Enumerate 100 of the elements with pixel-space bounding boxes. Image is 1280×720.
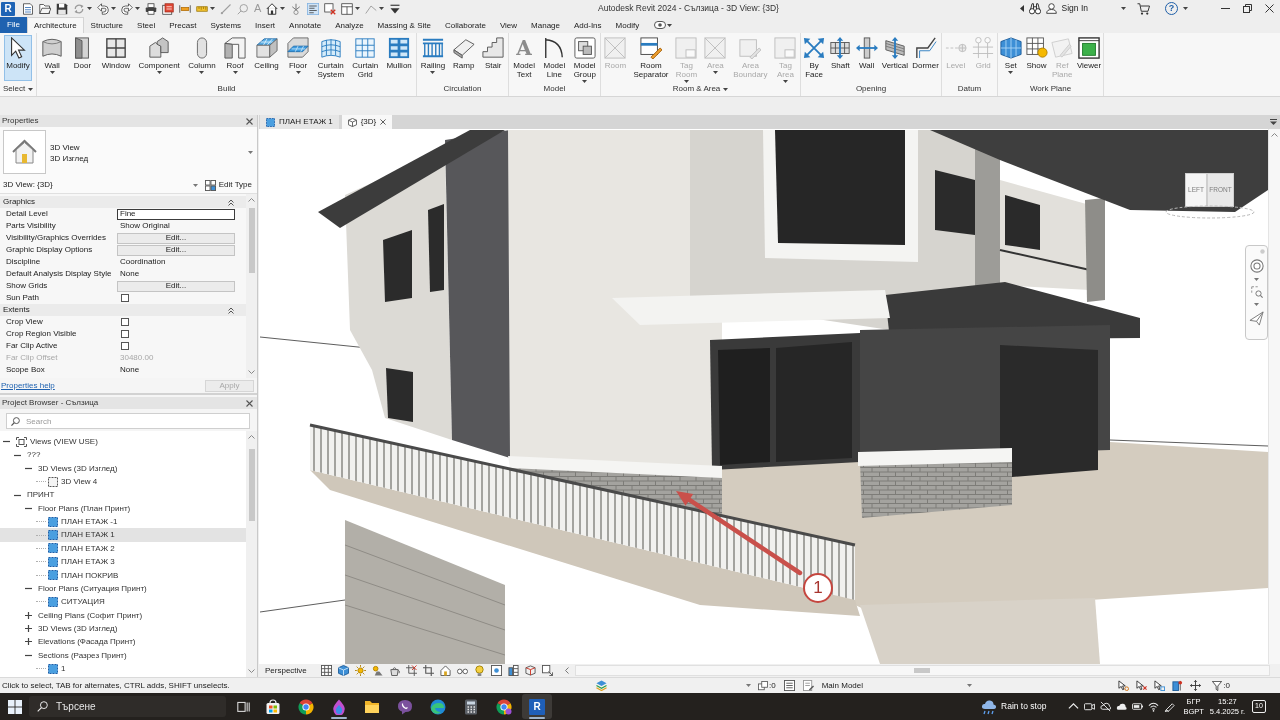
cube-frame-icon[interactable]: [524, 665, 536, 676]
tab-list-icon[interactable]: [1270, 119, 1277, 125]
ribbon-tab[interactable]: Collaborate: [437, 17, 493, 33]
tree-item[interactable]: ПЛАН ЕТАЖ -1: [0, 515, 246, 529]
tree-item[interactable]: ПРИНТ: [0, 488, 246, 502]
edit-type-button[interactable]: Edit Type: [203, 179, 253, 191]
tool-button[interactable]: A Model Text: [511, 35, 538, 81]
close-icon[interactable]: [246, 117, 253, 125]
scroll-left-icon[interactable]: [564, 667, 569, 674]
document-tab[interactable]: {3D}: [341, 115, 393, 129]
close-tab-icon[interactable]: [380, 119, 387, 125]
tool-button[interactable]: Vertical: [879, 35, 910, 81]
tool-button[interactable]: Curtain System: [315, 35, 347, 81]
tree-item[interactable]: 1: [0, 661, 246, 676]
caret-icon[interactable]: [156, 71, 162, 74]
chevron-up-icon[interactable]: [1068, 701, 1080, 712]
panel-menu-button[interactable]: Select: [0, 83, 36, 95]
search-field[interactable]: Търсене: [29, 696, 226, 717]
windows-logo-icon[interactable]: [8, 699, 22, 714]
tool-button[interactable]: Roof: [222, 35, 248, 81]
tree-item[interactable]: СИТУАЦИЯ: [0, 595, 246, 609]
panel-layout-icon[interactable]: [341, 2, 354, 15]
scrollbar-thumb[interactable]: [248, 208, 255, 273]
caret-icon[interactable]: [1254, 278, 1259, 281]
caret-icon[interactable]: [430, 71, 436, 74]
ribbon-tab[interactable]: Insert: [248, 17, 283, 33]
caret-icon[interactable]: [723, 87, 729, 91]
tool-button[interactable]: Window: [99, 35, 133, 81]
ribbon-tab[interactable]: Steel: [130, 17, 163, 33]
tool-button[interactable]: Wall: [39, 35, 66, 81]
chevron-left-icon[interactable]: [1019, 5, 1024, 12]
tool-button[interactable]: Floor: [285, 35, 312, 81]
document-tab[interactable]: ПЛАН ЕТАЖ 1: [260, 115, 339, 129]
checkbox[interactable]: [121, 330, 129, 338]
horizontal-scrollbar[interactable]: [574, 665, 1270, 676]
search-field[interactable]: Search: [6, 413, 250, 429]
customize-icon[interactable]: [389, 2, 402, 15]
scroll-up-icon[interactable]: [248, 198, 255, 202]
scrollbar-thumb[interactable]: [248, 449, 255, 521]
edit-button[interactable]: Edit...: [117, 232, 235, 244]
expand-icon[interactable]: [25, 625, 32, 632]
cube-icon[interactable]: [337, 665, 349, 676]
cloud-icon[interactable]: [1116, 701, 1128, 712]
ribbon-tab[interactable]: Massing & Site: [370, 17, 438, 33]
zoom-icon[interactable]: [1250, 286, 1263, 298]
cart-icon[interactable]: [1137, 2, 1150, 15]
ribbon-tab[interactable]: Add-Ins: [567, 17, 609, 33]
house-lock-icon[interactable]: [439, 665, 451, 676]
bulb-icon[interactable]: [473, 665, 485, 676]
square-cross-icon[interactable]: [324, 2, 337, 15]
caret-icon[interactable]: [49, 71, 55, 74]
file-tab[interactable]: File: [0, 17, 27, 33]
tree-item[interactable]: 3D View 4: [0, 475, 246, 489]
caret-icon[interactable]: [248, 151, 253, 154]
tree-item[interactable]: Floor Plans (Ситуация Принт): [0, 581, 246, 596]
scroll-down-icon[interactable]: [248, 370, 255, 374]
thin-lines-icon[interactable]: [307, 2, 320, 15]
tree-item[interactable]: Sections (Разрез Принт): [0, 648, 246, 662]
cursor-box-icon[interactable]: [1154, 680, 1166, 691]
camera-icon[interactable]: [1084, 701, 1096, 712]
instance-dropdown[interactable]: 3D View: {3D}: [3, 180, 200, 190]
layers-icon[interactable]: [596, 680, 607, 691]
edit-button[interactable]: Edit...: [117, 280, 235, 292]
caret-icon[interactable]: [667, 23, 673, 27]
tree-item[interactable]: ПЛАН ЕТАЖ 3: [0, 555, 246, 569]
list-pencil-icon[interactable]: [802, 680, 814, 691]
caret-icon[interactable]: [210, 7, 215, 10]
user-icon[interactable]: [1045, 3, 1057, 14]
cursor-link-icon[interactable]: [1118, 680, 1130, 691]
tool-button[interactable]: Mullion: [384, 35, 414, 81]
tool-button[interactable]: Model Line: [541, 35, 568, 81]
steering-wheel-icon[interactable]: [1249, 259, 1264, 273]
sun-shadow-icon[interactable]: [371, 665, 383, 676]
edit-button[interactable]: Edit...: [117, 244, 235, 256]
compass-ring[interactable]: [1165, 205, 1255, 219]
tree-item[interactable]: Floor Plans (План Принт): [0, 501, 246, 516]
crop-icon[interactable]: [422, 665, 434, 676]
model-dropdown[interactable]: Main Model: [819, 679, 975, 692]
ribbon-tab[interactable]: View: [492, 17, 525, 33]
caret-icon[interactable]: [379, 7, 385, 10]
tool-button[interactable]: Room Separator: [631, 35, 671, 81]
tool-button[interactable]: Railing: [418, 35, 448, 81]
scrollbar-thumb[interactable]: [913, 668, 930, 673]
caret-icon[interactable]: [111, 7, 116, 10]
pen-icon[interactable]: [1164, 701, 1176, 712]
tool-button[interactable]: Set: [998, 35, 1024, 81]
expand-icon[interactable]: [25, 611, 32, 619]
vertical-scrollbar[interactable]: [1268, 129, 1280, 664]
crop-cross-icon[interactable]: [405, 665, 417, 676]
caret-icon[interactable]: [295, 71, 301, 74]
scroll-down-icon[interactable]: [248, 669, 255, 673]
cloud-slash-icon[interactable]: [1100, 701, 1112, 712]
tool-button[interactable]: Stair: [480, 35, 507, 81]
tree-item[interactable]: 3D Views (3D Изглед): [0, 461, 246, 476]
ribbon-tab[interactable]: Structure: [83, 17, 131, 33]
tree-item[interactable]: 3D Views (3D Изглед): [0, 621, 246, 636]
ribbon-tab[interactable]: Systems: [203, 17, 249, 33]
tool-button[interactable]: Curtain Grid: [350, 35, 381, 81]
vertical-scrollbar[interactable]: [246, 431, 257, 677]
document-icon[interactable]: [22, 2, 34, 15]
